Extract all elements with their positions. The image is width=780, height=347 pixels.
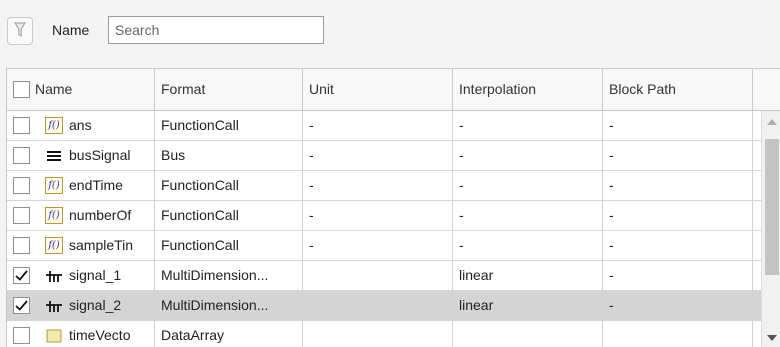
- table-row[interactable]: busSignal Bus - - -: [7, 141, 761, 171]
- filter-button[interactable]: [7, 17, 33, 45]
- format-cell: DataArray: [155, 321, 303, 347]
- table-row[interactable]: timeVecto DataArray: [7, 321, 761, 347]
- name-cell: signal_1: [7, 261, 155, 290]
- name-cell: busSignal: [7, 141, 155, 170]
- table-row[interactable]: f() sampleTin FunctionCall - - -: [7, 231, 761, 261]
- interpolation-cell: -: [453, 171, 603, 200]
- select-all-checkbox[interactable]: [13, 81, 30, 98]
- interpolation-cell: -: [453, 201, 603, 230]
- row-checkbox[interactable]: [13, 237, 30, 254]
- filler-cell: [753, 141, 761, 170]
- row-checkbox[interactable]: [13, 177, 30, 194]
- function-call-icon: f(): [45, 177, 63, 194]
- interpolation-cell: -: [453, 141, 603, 170]
- unit-cell: [303, 291, 453, 320]
- search-name-label: Name: [52, 22, 90, 38]
- scroll-up-arrow[interactable]: [767, 119, 777, 125]
- table-header: Name Format Unit Interpolation Block Pat…: [7, 69, 780, 111]
- variable-name: signal_1: [69, 267, 122, 283]
- unit-cell: [303, 321, 453, 347]
- column-header-unit[interactable]: Unit: [303, 69, 453, 110]
- bus-icon: [45, 147, 63, 164]
- scroll-down-arrow[interactable]: [767, 335, 777, 341]
- signal-table: Name Format Unit Interpolation Block Pat…: [6, 68, 780, 347]
- filler-cell: [753, 201, 761, 230]
- unit-cell: -: [303, 201, 453, 230]
- block-path-cell: -: [603, 291, 753, 320]
- format-cell: FunctionCall: [155, 231, 303, 260]
- format-cell: MultiDimension...: [155, 291, 303, 320]
- variable-name: numberOf: [69, 207, 132, 223]
- block-path-cell: -: [603, 231, 753, 260]
- row-checkbox[interactable]: [13, 297, 30, 314]
- interpolation-cell: linear: [453, 261, 603, 290]
- name-cell: f() endTime: [7, 171, 155, 200]
- checkmark-icon: [15, 270, 28, 281]
- interpolation-cell: [453, 321, 603, 347]
- function-call-icon: f(): [45, 117, 63, 134]
- format-cell: FunctionCall: [155, 201, 303, 230]
- toolbar: Name: [0, 0, 780, 68]
- function-call-icon: f(): [45, 207, 63, 224]
- row-checkbox[interactable]: [13, 267, 30, 284]
- column-header-format[interactable]: Format: [155, 69, 303, 110]
- variable-name: timeVecto: [69, 327, 131, 343]
- variable-name: busSignal: [69, 147, 131, 163]
- row-checkbox[interactable]: [13, 147, 30, 164]
- interpolation-cell: linear: [453, 291, 603, 320]
- name-cell: signal_2: [7, 291, 155, 320]
- table-row[interactable]: f() endTime FunctionCall - - -: [7, 171, 761, 201]
- filler-cell: [753, 291, 761, 320]
- table-row[interactable]: f() numberOf FunctionCall - - -: [7, 201, 761, 231]
- variable-name: signal_2: [69, 297, 122, 313]
- variable-name: sampleTin: [69, 237, 134, 253]
- signal-icon: [45, 267, 63, 284]
- name-cell: f() sampleTin: [7, 231, 155, 260]
- interpolation-cell: -: [453, 231, 603, 260]
- row-checkbox[interactable]: [13, 117, 30, 134]
- column-header-block-path[interactable]: Block Path: [603, 69, 753, 110]
- filler-cell: [753, 171, 761, 200]
- unit-cell: [303, 261, 453, 290]
- unit-cell: -: [303, 231, 453, 260]
- unit-cell: -: [303, 111, 453, 140]
- block-path-cell: -: [603, 261, 753, 290]
- table-row[interactable]: f() ans FunctionCall - - -: [7, 111, 761, 141]
- table-row[interactable]: signal_1 MultiDimension... linear -: [7, 261, 761, 291]
- name-cell: f() ans: [7, 111, 155, 140]
- format-cell: Bus: [155, 141, 303, 170]
- format-cell: MultiDimension...: [155, 261, 303, 290]
- signal-icon: [45, 297, 63, 314]
- block-path-cell: -: [603, 201, 753, 230]
- data-array-icon: [45, 327, 63, 344]
- name-cell: timeVecto: [7, 321, 155, 347]
- variable-name: ans: [69, 117, 92, 133]
- filler-cell: [753, 261, 761, 290]
- name-cell: f() numberOf: [7, 201, 155, 230]
- block-path-cell: -: [603, 171, 753, 200]
- block-path-cell: [603, 321, 753, 347]
- format-cell: FunctionCall: [155, 171, 303, 200]
- unit-cell: -: [303, 141, 453, 170]
- filler-cell: [753, 321, 761, 347]
- column-header-name[interactable]: Name: [7, 69, 155, 110]
- scroll-thumb[interactable]: [765, 139, 779, 275]
- search-input[interactable]: [108, 16, 324, 44]
- unit-cell: -: [303, 171, 453, 200]
- table-row[interactable]: signal_2 MultiDimension... linear -: [7, 291, 761, 321]
- vertical-scrollbar[interactable]: [761, 111, 780, 347]
- filter-icon: [14, 22, 26, 41]
- filler-cell: [753, 231, 761, 260]
- block-path-cell: -: [603, 111, 753, 140]
- checkmark-icon: [15, 300, 28, 311]
- interpolation-cell: -: [453, 111, 603, 140]
- function-call-icon: f(): [45, 237, 63, 254]
- filler-cell: [753, 111, 761, 140]
- format-cell: FunctionCall: [155, 111, 303, 140]
- block-path-cell: -: [603, 141, 753, 170]
- row-checkbox[interactable]: [13, 207, 30, 224]
- row-checkbox[interactable]: [13, 327, 30, 344]
- variable-name: endTime: [69, 177, 123, 193]
- column-header-interpolation[interactable]: Interpolation: [453, 69, 603, 110]
